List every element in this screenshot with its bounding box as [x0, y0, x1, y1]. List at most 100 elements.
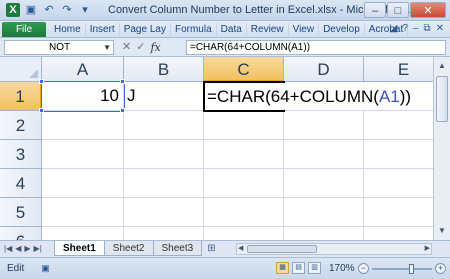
sheet-tab-bar: |◀ ◀ ▶ ▶| Sheet1 Sheet2 Sheet3 ⊞ ◀ ▶ — [0, 240, 450, 257]
tab-insert[interactable]: Insert — [86, 23, 120, 36]
zoom-out-icon[interactable]: − — [358, 263, 369, 274]
cell[interactable] — [124, 227, 204, 240]
scroll-down-icon[interactable]: ▼ — [434, 224, 450, 238]
vertical-scroll-thumb[interactable] — [436, 76, 448, 122]
reference-handle[interactable] — [39, 79, 44, 84]
column-header-c[interactable]: C — [204, 57, 284, 82]
minimize-button[interactable]: – — [364, 2, 386, 18]
tab-page-layout[interactable]: Page Lay — [120, 23, 171, 36]
cell[interactable] — [124, 111, 204, 140]
next-sheet-icon[interactable]: ▶ — [24, 243, 30, 255]
save-icon[interactable]: ▣ — [24, 3, 38, 17]
worksheet-grid[interactable]: A B C D E 1 2 3 4 5 6 10 J =CHAR(64+COLU… — [0, 57, 433, 240]
cell[interactable] — [284, 227, 364, 240]
macro-record-icon[interactable]: ▣ — [40, 263, 51, 274]
cell[interactable] — [124, 198, 204, 227]
cell[interactable] — [364, 140, 433, 169]
cell[interactable] — [42, 140, 124, 169]
scroll-left-icon[interactable]: ◀ — [238, 244, 243, 254]
cell[interactable] — [364, 198, 433, 227]
insert-sheet-icon[interactable]: ⊞ — [201, 241, 221, 256]
row-header-6[interactable]: 6 — [0, 227, 42, 240]
cell[interactable] — [364, 227, 433, 240]
name-box-dropdown-icon[interactable]: ▼ — [103, 41, 111, 54]
tab-data[interactable]: Data — [217, 23, 247, 36]
prev-sheet-icon[interactable]: ◀ — [15, 243, 21, 255]
cell[interactable] — [42, 169, 124, 198]
first-sheet-icon[interactable]: |◀ — [4, 243, 12, 255]
cell[interactable] — [204, 140, 284, 169]
row-header-5[interactable]: 5 — [0, 198, 42, 227]
sheet-tab-sheet1[interactable]: Sheet1 — [54, 241, 105, 256]
close-button[interactable]: ✕ — [410, 2, 446, 18]
row-header-3[interactable]: 3 — [0, 140, 42, 169]
sheet-tab-sheet3[interactable]: Sheet3 — [152, 241, 203, 256]
last-sheet-icon[interactable]: ▶| — [34, 243, 42, 255]
redo-icon[interactable]: ↷ — [60, 3, 74, 17]
zoom-slider-knob[interactable] — [409, 264, 414, 274]
vertical-scrollbar[interactable]: ▲ ▼ — [433, 57, 450, 240]
tab-formulas[interactable]: Formula — [171, 23, 217, 36]
scroll-right-icon[interactable]: ▶ — [425, 244, 430, 254]
workbook-minimize-icon[interactable]: – — [413, 23, 419, 34]
help-icon[interactable]: ? — [402, 23, 408, 34]
ribbon-collapse-icon[interactable]: ◢ — [390, 23, 398, 34]
cell[interactable] — [284, 169, 364, 198]
cancel-icon[interactable]: ✕ — [122, 41, 131, 54]
cell[interactable] — [42, 111, 124, 140]
tab-developer[interactable]: Develop — [319, 23, 365, 36]
page-layout-view-icon[interactable]: ▤ — [292, 262, 305, 274]
column-header-e[interactable]: E — [364, 57, 433, 82]
zoom-in-icon[interactable]: + — [435, 263, 446, 274]
scroll-up-icon[interactable]: ▲ — [434, 59, 450, 73]
zoom-level[interactable]: 170% — [329, 263, 355, 274]
cell[interactable] — [284, 198, 364, 227]
customize-toolbar-icon[interactable]: ▾ — [78, 3, 92, 17]
excel-logo-icon[interactable]: X — [6, 3, 20, 17]
formula-bar: NOT ▼ ✕ ✓ fx =CHAR(64+COLUMN(A1)) — [0, 38, 450, 57]
column-header-d[interactable]: D — [284, 57, 364, 82]
cell[interactable] — [204, 111, 284, 140]
tab-review[interactable]: Review — [247, 23, 289, 36]
cell[interactable] — [124, 169, 204, 198]
name-box[interactable]: NOT ▼ — [4, 40, 114, 55]
cell[interactable] — [204, 227, 284, 240]
cell[interactable] — [42, 227, 124, 240]
cell[interactable] — [204, 198, 284, 227]
cell-b1[interactable]: J — [124, 82, 204, 111]
tab-view[interactable]: View — [289, 23, 320, 36]
workbook-close-icon[interactable]: ✕ — [436, 23, 444, 34]
insert-function-icon[interactable]: fx — [150, 41, 160, 54]
formula-input[interactable]: =CHAR(64+COLUMN(A1)) — [186, 40, 446, 55]
undo-icon[interactable]: ↶ — [42, 3, 56, 17]
row-header-1[interactable]: 1 — [0, 82, 42, 111]
cell[interactable] — [364, 111, 433, 140]
cell[interactable] — [284, 111, 364, 140]
column-header-a[interactable]: A — [42, 57, 124, 82]
cell[interactable] — [364, 169, 433, 198]
reference-highlight — [41, 81, 125, 112]
horizontal-scroll-thumb[interactable] — [247, 245, 317, 253]
select-all-button[interactable] — [0, 57, 42, 82]
reference-handle[interactable] — [120, 108, 125, 113]
maximize-button[interactable]: □ — [387, 2, 409, 18]
page-break-view-icon[interactable]: ▥ — [308, 262, 321, 274]
cell[interactable] — [124, 140, 204, 169]
status-mode: Edit — [7, 263, 25, 274]
column-header-b[interactable]: B — [124, 57, 204, 82]
enter-icon[interactable]: ✓ — [136, 41, 145, 54]
row-header-2[interactable]: 2 — [0, 111, 42, 140]
cell[interactable] — [42, 198, 124, 227]
normal-view-icon[interactable]: ▦ — [276, 262, 289, 274]
workbook-restore-icon[interactable]: ⧉ — [423, 23, 430, 34]
cell[interactable] — [204, 169, 284, 198]
horizontal-scrollbar[interactable]: ◀ ▶ — [236, 243, 432, 255]
row-header-4[interactable]: 4 — [0, 169, 42, 198]
zoom-slider[interactable] — [372, 264, 432, 274]
reference-handle[interactable] — [120, 79, 125, 84]
tab-home[interactable]: Home — [50, 23, 86, 36]
reference-handle[interactable] — [39, 108, 44, 113]
sheet-tab-sheet2[interactable]: Sheet2 — [103, 241, 154, 256]
cell[interactable] — [284, 140, 364, 169]
file-tab[interactable]: File — [2, 22, 46, 37]
